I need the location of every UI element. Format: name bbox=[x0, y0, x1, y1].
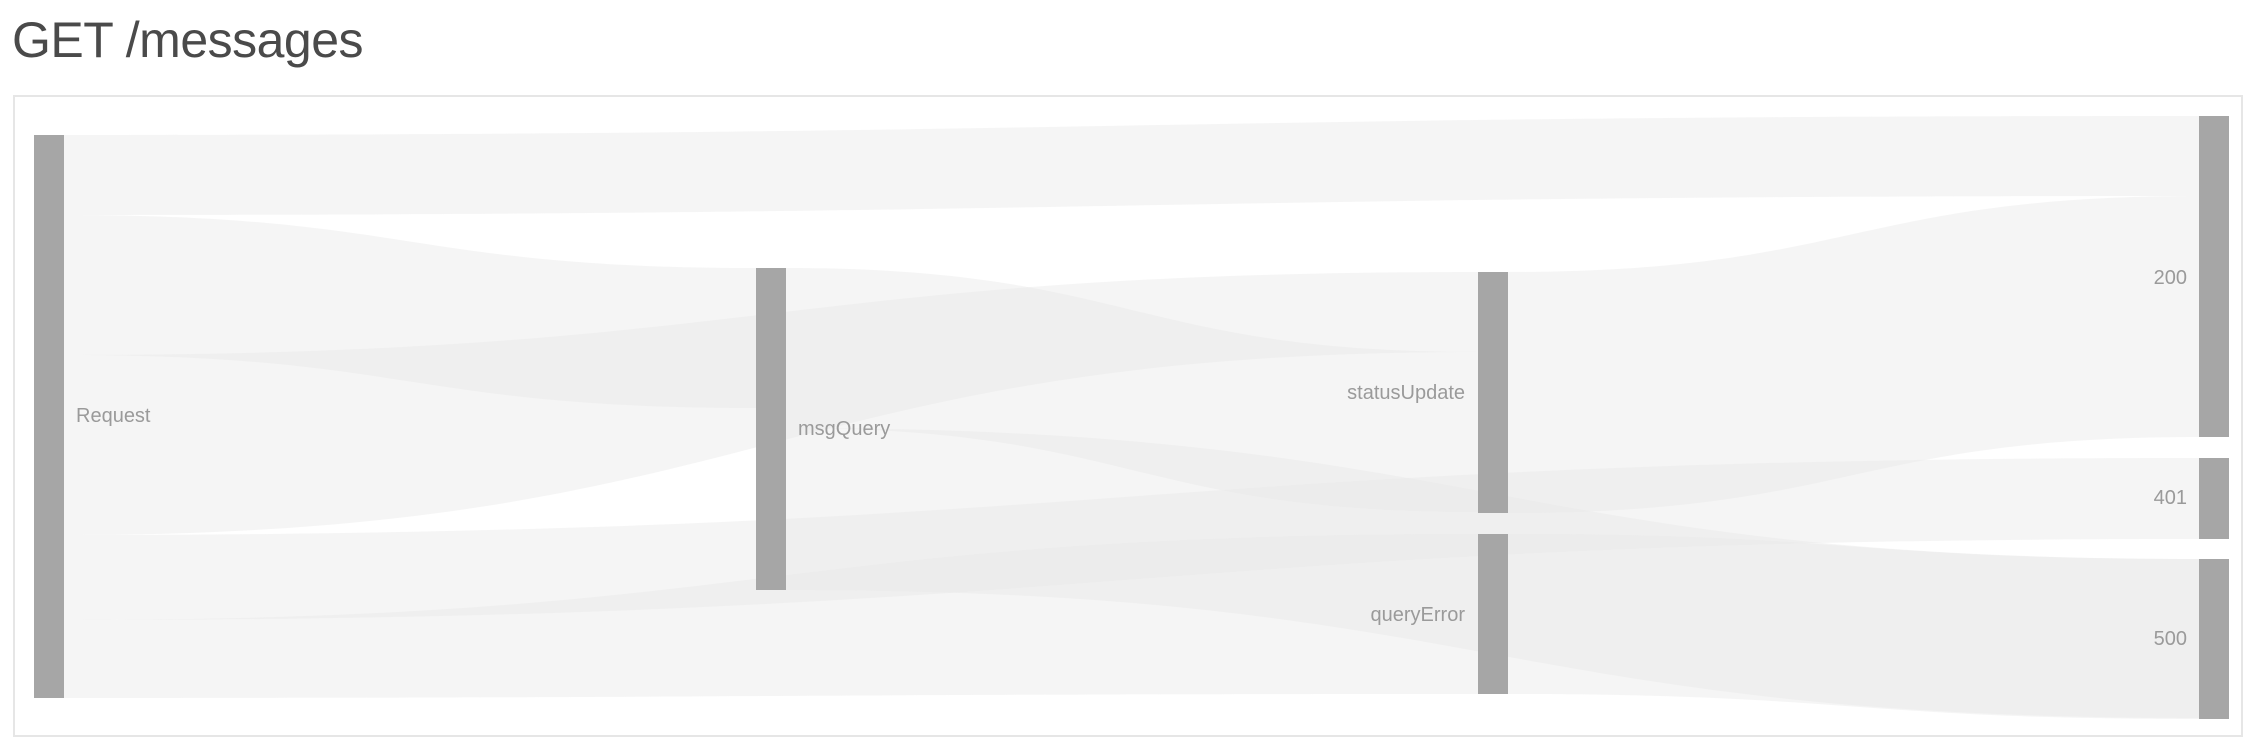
link-request-to-s200[interactable] bbox=[64, 116, 2199, 215]
node-s401[interactable] bbox=[2199, 458, 2229, 539]
node-s200[interactable] bbox=[2199, 116, 2229, 437]
node-label-s500: 500 bbox=[2154, 628, 2187, 650]
node-request[interactable] bbox=[34, 135, 64, 698]
sankey-diagram: Request msgQuery statusUpdate queryError 200… bbox=[34, 116, 2229, 719]
node-msgQuery[interactable] bbox=[756, 268, 786, 590]
node-label-request: Request bbox=[76, 405, 151, 427]
node-queryError[interactable] bbox=[1478, 534, 1508, 694]
node-s500[interactable] bbox=[2199, 559, 2229, 719]
node-statusUpdate[interactable] bbox=[1478, 272, 1508, 513]
node-label-msgQuery: msgQuery bbox=[798, 418, 890, 440]
node-label-s200: 200 bbox=[2154, 267, 2187, 289]
link-queryError-to-s500[interactable] bbox=[1508, 534, 2199, 719]
node-label-statusUpdate: statusUpdate bbox=[1347, 382, 1465, 404]
node-label-queryError: queryError bbox=[1371, 604, 1466, 626]
node-label-s401: 401 bbox=[2154, 487, 2187, 509]
sankey-links bbox=[64, 116, 2199, 719]
